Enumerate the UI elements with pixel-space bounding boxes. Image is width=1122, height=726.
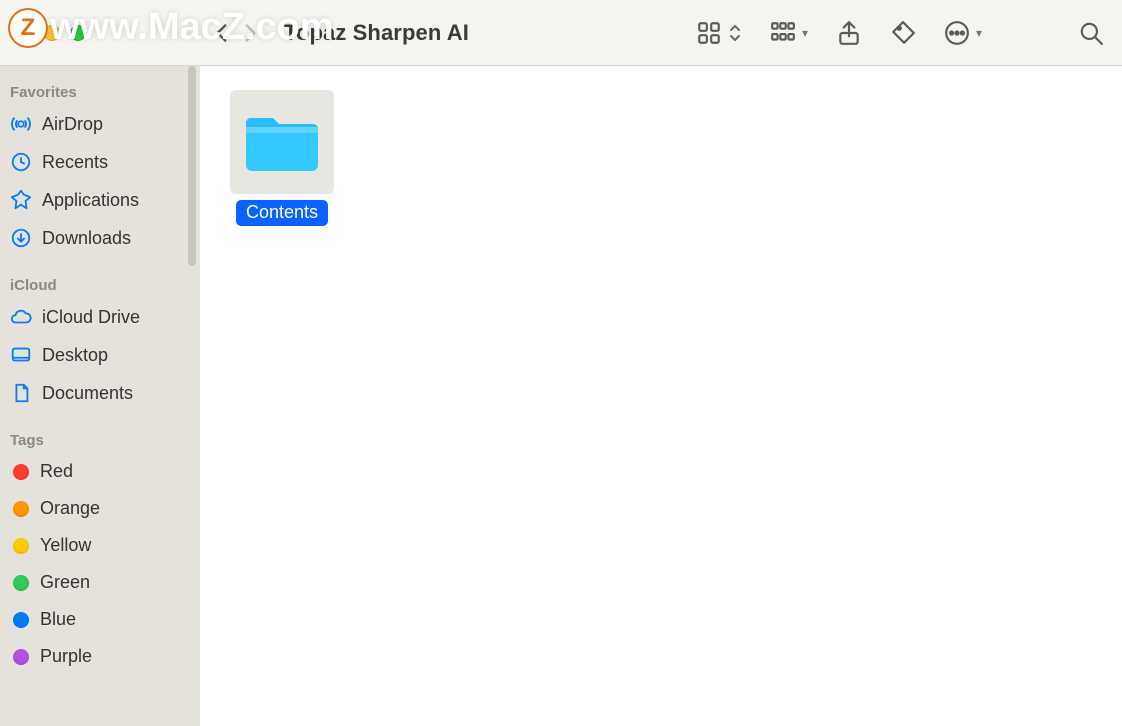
sidebar-item-downloads[interactable]: Downloads	[0, 219, 200, 257]
sidebar-item-documents[interactable]: Documents	[0, 374, 200, 412]
sidebar-item-label: Desktop	[42, 345, 108, 366]
window-zoom-button[interactable]	[70, 25, 86, 41]
sidebar-item-label: Applications	[42, 190, 139, 211]
sidebar-item-label: Downloads	[42, 228, 131, 249]
document-icon	[10, 382, 32, 404]
sidebar-item-recents[interactable]: Recents	[0, 143, 200, 181]
download-icon	[10, 227, 32, 249]
group-by-button[interactable]: ▾	[770, 20, 808, 46]
sidebar-tag-red[interactable]: Red	[0, 453, 200, 490]
sidebar-item-label: Recents	[42, 152, 108, 173]
content-area[interactable]: Contents	[200, 66, 1122, 726]
sidebar-item-label: AirDrop	[42, 114, 103, 135]
sidebar-item-label: Purple	[40, 646, 92, 667]
sidebar-section-favorites: Favorites	[0, 78, 200, 105]
sidebar-tag-blue[interactable]: Blue	[0, 601, 200, 638]
clock-icon	[10, 151, 32, 173]
more-actions-button[interactable]: ▾	[944, 20, 982, 46]
forward-button	[236, 19, 264, 47]
toolbar: Topaz Sharpen AI ▾ ▾	[0, 0, 1122, 66]
desktop-icon	[10, 344, 32, 366]
sidebar: Favorites AirDrop Recents Applications	[0, 66, 200, 726]
sidebar-item-label: Red	[40, 461, 73, 482]
back-button[interactable]	[208, 19, 236, 47]
sidebar-item-desktop[interactable]: Desktop	[0, 336, 200, 374]
sidebar-item-airdrop[interactable]: AirDrop	[0, 105, 200, 143]
applications-icon	[10, 189, 32, 211]
tag-dot-purple	[13, 649, 29, 665]
sidebar-section-icloud: iCloud	[0, 271, 200, 298]
search-button[interactable]	[1078, 20, 1104, 46]
tags-button[interactable]	[890, 20, 916, 46]
sidebar-scrollbar[interactable]	[188, 66, 196, 266]
sidebar-item-label: iCloud Drive	[42, 307, 140, 328]
tag-dot-orange	[13, 501, 29, 517]
tag-dot-yellow	[13, 538, 29, 554]
folder-label: Contents	[236, 200, 328, 226]
sidebar-tag-orange[interactable]: Orange	[0, 490, 200, 527]
window-close-button[interactable]	[18, 25, 34, 41]
sidebar-tag-yellow[interactable]: Yellow	[0, 527, 200, 564]
tag-dot-red	[13, 464, 29, 480]
folder-icon-tile	[230, 90, 334, 194]
share-button[interactable]	[836, 20, 862, 46]
view-mode-button[interactable]	[696, 20, 742, 46]
updown-icon	[728, 22, 742, 44]
window-title: Topaz Sharpen AI	[284, 20, 469, 46]
sidebar-item-icloud-drive[interactable]: iCloud Drive	[0, 298, 200, 336]
tag-dot-blue	[13, 612, 29, 628]
sidebar-item-label: Green	[40, 572, 90, 593]
window-minimize-button[interactable]	[44, 25, 60, 41]
chevron-down-icon: ▾	[802, 26, 808, 40]
chevron-down-icon: ▾	[976, 26, 982, 40]
cloud-icon	[10, 306, 32, 328]
sidebar-item-label: Orange	[40, 498, 100, 519]
sidebar-item-label: Documents	[42, 383, 133, 404]
sidebar-item-label: Blue	[40, 609, 76, 630]
sidebar-section-tags: Tags	[0, 426, 200, 453]
sidebar-tag-purple[interactable]: Purple	[0, 638, 200, 675]
sidebar-item-applications[interactable]: Applications	[0, 181, 200, 219]
folder-item-contents[interactable]: Contents	[230, 90, 334, 226]
folder-icon	[242, 109, 322, 175]
airdrop-icon	[10, 113, 32, 135]
sidebar-item-label: Yellow	[40, 535, 91, 556]
sidebar-tag-green[interactable]: Green	[0, 564, 200, 601]
tag-dot-green	[13, 575, 29, 591]
